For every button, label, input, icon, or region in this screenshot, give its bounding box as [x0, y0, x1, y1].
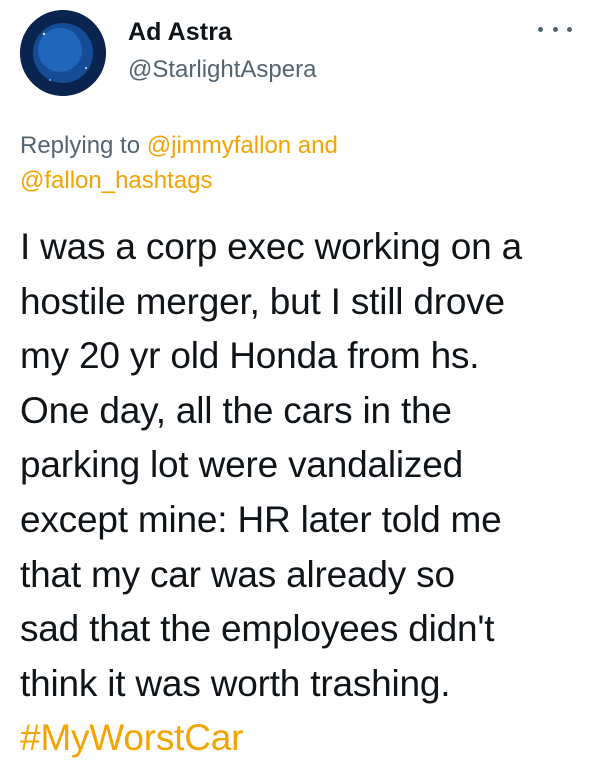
tweet-body-line: parking lot were vandalized [20, 444, 463, 486]
replying-to-label: Replying to [20, 132, 147, 159]
tweet-body-line: except mine: HR later told me [20, 498, 502, 540]
tweet-body-line: sad that the employees didn't [20, 608, 495, 650]
tweet-body: I was a corp exec working on a hostile m… [20, 220, 590, 766]
tweet-body-line: my 20 yr old Honda from hs. [20, 335, 480, 377]
dot [552, 26, 558, 32]
avatar[interactable] [20, 10, 106, 96]
tweet: Ad Astra @StarlightAspera Replying to @j… [0, 0, 599, 775]
mention-fallon-hashtags[interactable]: @fallon_hashtags [20, 167, 213, 194]
more-dots-icon[interactable] [538, 22, 572, 36]
hashtag-link[interactable]: #MyWorstCar [20, 711, 590, 766]
tweet-body-line: I was a corp exec working on a [20, 226, 522, 267]
mention-jimmyfallon[interactable]: @jimmyfallon [147, 132, 291, 159]
tweet-body-line: think it was worth trashing. [20, 662, 451, 704]
replying-to: Replying to @jimmyfallon and @fallon_hash… [20, 128, 580, 198]
tweet-body-line: One day, all the cars in the [20, 389, 452, 431]
author-handle[interactable]: @StarlightAspera [128, 56, 316, 84]
dot [567, 26, 572, 32]
author-name[interactable]: Ad Astra [128, 18, 232, 47]
dot [538, 26, 543, 32]
tweet-body-line: that my car was already so [20, 553, 455, 595]
crescent-moon-icon [20, 10, 106, 96]
tweet-body-line: hostile merger, but I still drove [20, 280, 505, 322]
replying-to-joiner: and [291, 132, 338, 159]
